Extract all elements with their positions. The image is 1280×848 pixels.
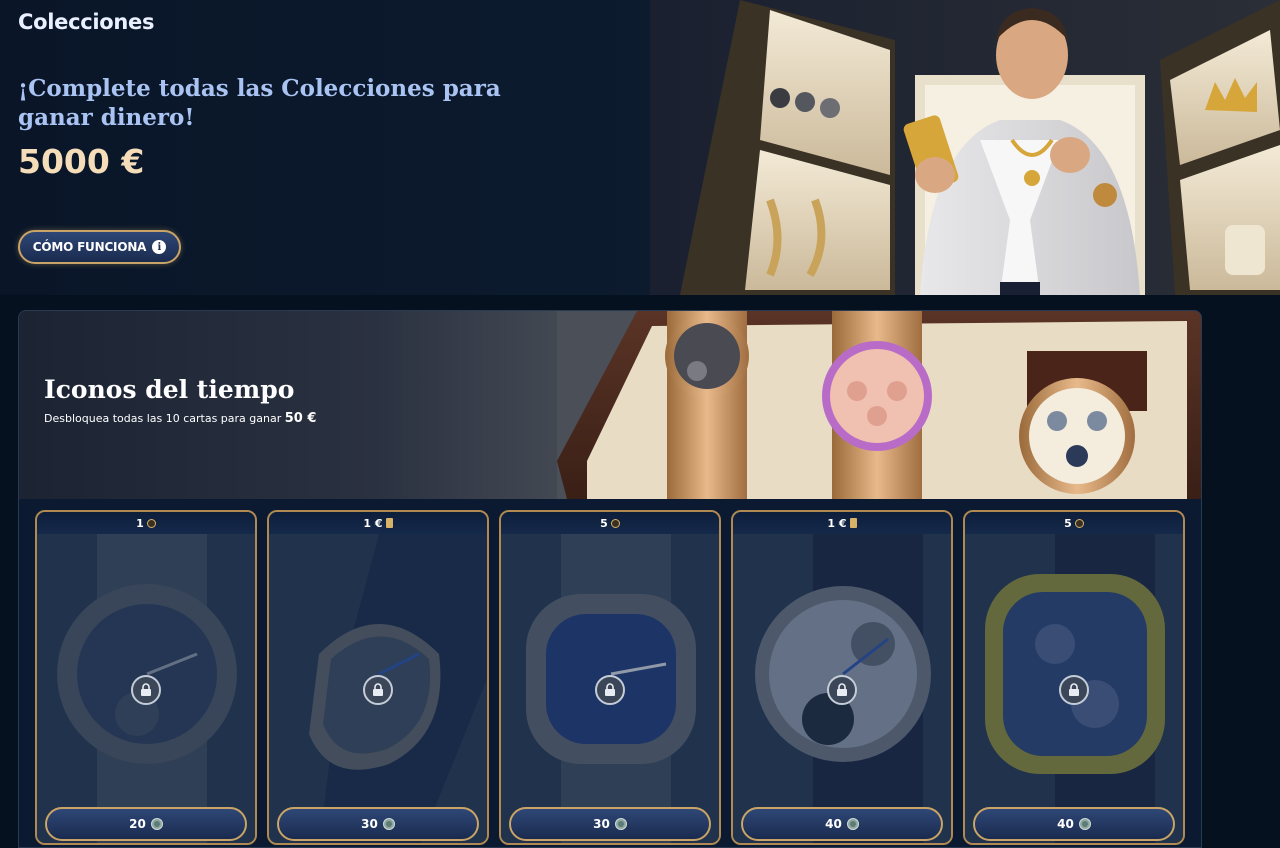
- gem-icon: [382, 818, 395, 830]
- card-grid: 1 20 1 € 30 5 30 1 € 40 5 40: [35, 510, 1195, 847]
- card-header: 1 €: [269, 512, 487, 535]
- card-price: 30: [593, 817, 610, 831]
- card-header-value: 1 €: [827, 516, 847, 530]
- card-header-value: 1: [136, 516, 144, 530]
- page-title: Colecciones: [18, 10, 155, 34]
- collection-panel: Iconos del tiempo Desbloquea todas las 1…: [18, 310, 1202, 848]
- total-prize-amount: 5000 €: [18, 142, 145, 181]
- collections-hero: Colecciones ¡Complete todas las Coleccio…: [0, 0, 1280, 295]
- hero-luxury-room-image: [650, 0, 1280, 295]
- unlock-price-button[interactable]: 30: [277, 807, 479, 841]
- coin-icon: [146, 518, 156, 528]
- how-it-works-label: CÓMO FUNCIONA: [32, 240, 147, 254]
- lock-icon: [363, 675, 393, 705]
- watch-box-image: [557, 311, 1201, 499]
- unlock-price-button[interactable]: 30: [509, 807, 711, 841]
- coin-icon: [610, 518, 620, 528]
- cash-icon: [849, 518, 857, 528]
- lock-icon: [827, 675, 857, 705]
- card-header-value: 5: [1064, 516, 1072, 530]
- collection-card[interactable]: 5 30: [499, 510, 721, 845]
- hero-subtitle: ¡Complete todas las Colecciones para gan…: [18, 75, 501, 131]
- info-icon: i: [152, 240, 167, 254]
- collection-description: Desbloquea todas las 10 cartas para gana…: [44, 411, 316, 426]
- collection-card[interactable]: 1 € 40: [731, 510, 953, 845]
- collection-card[interactable]: 1 20: [35, 510, 257, 845]
- gem-icon: [1078, 818, 1091, 830]
- collection-card[interactable]: 1 € 30: [267, 510, 489, 845]
- card-header: 5: [965, 512, 1183, 535]
- lock-icon: [1059, 675, 1089, 705]
- card-header: 1: [37, 512, 255, 535]
- card-price: 30: [361, 817, 378, 831]
- cash-icon: [385, 518, 393, 528]
- card-header: 1 €: [733, 512, 951, 535]
- collection-banner: Iconos del tiempo Desbloquea todas las 1…: [19, 311, 1201, 499]
- gem-icon: [614, 818, 627, 830]
- collection-reward: 50 €: [284, 411, 317, 426]
- how-it-works-button[interactable]: CÓMO FUNCIONA i: [18, 230, 181, 264]
- unlock-price-button[interactable]: 40: [973, 807, 1175, 841]
- collection-title: Iconos del tiempo: [44, 375, 295, 404]
- gem-icon: [150, 818, 163, 830]
- gem-icon: [846, 818, 859, 830]
- card-header-value: 1 €: [363, 516, 383, 530]
- unlock-price-button[interactable]: 40: [741, 807, 943, 841]
- unlock-price-button[interactable]: 20: [45, 807, 247, 841]
- card-header-value: 5: [600, 516, 608, 530]
- collection-card[interactable]: 5 40: [963, 510, 1185, 845]
- card-price: 40: [825, 817, 842, 831]
- card-price: 20: [129, 817, 146, 831]
- lock-icon: [131, 675, 161, 705]
- card-header: 5: [501, 512, 719, 535]
- card-price: 40: [1057, 817, 1074, 831]
- collection-description-text: Desbloquea todas las 10 cartas para gana…: [44, 412, 282, 425]
- lock-icon: [595, 675, 625, 705]
- coin-icon: [1074, 518, 1084, 528]
